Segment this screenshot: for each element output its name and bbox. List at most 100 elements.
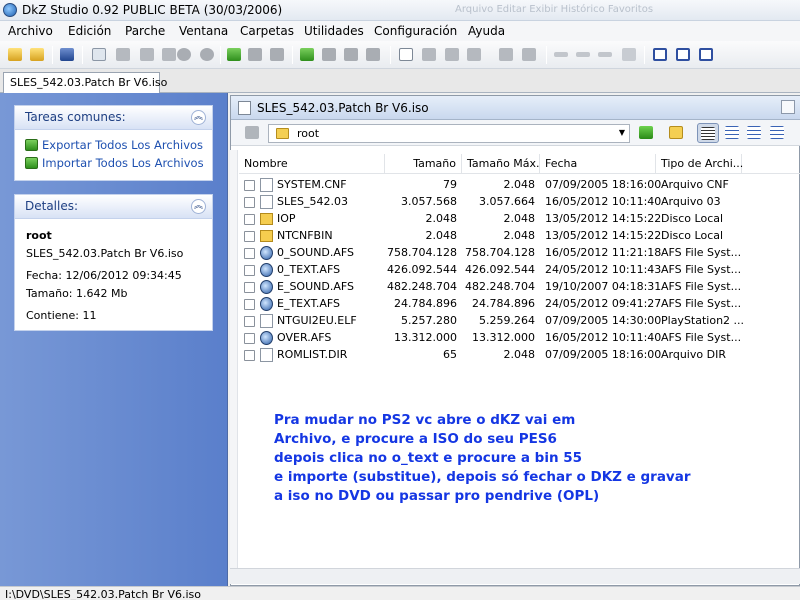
file-checkbox[interactable] <box>244 282 255 293</box>
file-checkbox[interactable] <box>244 231 255 242</box>
menu-ayuda[interactable]: Ayuda <box>468 24 505 38</box>
tool-icon[interactable] <box>246 46 264 63</box>
expand-icon[interactable] <box>574 46 592 63</box>
window-tile-vertical-icon[interactable] <box>697 46 715 63</box>
file-row[interactable]: SYSTEM.CNF 79 2.048 07/09/2005 18:16:00 Arqu… <box>239 177 800 194</box>
file-size: 65 <box>443 348 457 361</box>
collapse-chevron-icon[interactable]: ︽ <box>191 199 206 214</box>
list-view-icon[interactable] <box>723 124 741 141</box>
tool-icon[interactable] <box>364 46 382 63</box>
menu-parche[interactable]: Parche <box>125 24 165 38</box>
file-row[interactable]: E_TEXT.AFS 24.784.896 24.784.896 24/05/2012… <box>239 296 800 313</box>
minimize-button[interactable] <box>781 100 795 114</box>
file-row[interactable]: ROMLIST.DIR 65 2.048 07/09/2005 18:16:00 Arq… <box>239 347 800 364</box>
tool-icon[interactable] <box>175 46 193 63</box>
menu-edicion[interactable]: Edición <box>68 24 111 38</box>
details-group: Detalles: ︽ root SLES_542.03.Patch Br V6… <box>14 194 213 331</box>
file-name: SYSTEM.CNF <box>277 178 347 191</box>
note-line: Archivo, e procure a ISO do seu PES6 <box>274 431 557 447</box>
folder-icon <box>276 128 289 139</box>
file-type: Disco Local <box>661 229 724 242</box>
tool-icon[interactable] <box>465 46 483 63</box>
menu-carpetas[interactable]: Carpetas <box>240 24 294 38</box>
document-icon[interactable] <box>397 46 415 63</box>
column-type[interactable]: Tipo de Archi... <box>656 154 743 174</box>
properties-icon[interactable] <box>90 46 108 63</box>
explorer-toolbar: root ▼ <box>231 120 800 146</box>
file-checkbox[interactable] <box>244 316 255 327</box>
file-row[interactable]: OVER.AFS 13.312.000 13.312.000 16/05/2012 1… <box>239 330 800 347</box>
tool-icon[interactable] <box>342 46 360 63</box>
menu-configuracion[interactable]: Configuración <box>374 24 457 38</box>
save-icon[interactable] <box>58 46 76 63</box>
column-size[interactable]: Tamaño <box>385 154 462 174</box>
toolbar-separator <box>546 46 547 64</box>
tool-icon[interactable] <box>497 46 515 63</box>
file-row[interactable]: E_SOUND.AFS 482.248.704 482.248.704 19/10/2… <box>239 279 800 296</box>
status-bar: I:\DVD\SLES_542.03.Patch Br V6.iso <box>0 586 800 600</box>
file-size: 79 <box>443 178 457 191</box>
file-row[interactable]: 0_TEXT.AFS 426.092.544 426.092.544 24/05/20… <box>239 262 800 279</box>
document-tab[interactable]: SLES_542.03.Patch Br V6.iso <box>3 72 167 93</box>
details-title: Detalles: <box>25 199 79 213</box>
file-name: 0_SOUND.AFS <box>277 246 355 259</box>
file-row[interactable]: 0_SOUND.AFS 758.704.128 758.704.128 16/05/2… <box>239 245 800 262</box>
export-icon[interactable] <box>298 46 316 63</box>
file-checkbox[interactable] <box>244 350 255 361</box>
crc-icon[interactable] <box>620 46 638 63</box>
instruction-note: Pra mudar no PS2 vc abre o dKZ vai em Ar… <box>274 411 774 506</box>
file-row[interactable]: IOP 2.048 2.048 13/05/2012 14:15:22 Disco Lo… <box>239 211 800 228</box>
details-header[interactable]: Detalles: ︽ <box>15 195 212 219</box>
tool-icon[interactable] <box>596 46 614 63</box>
compress-icon[interactable] <box>552 46 570 63</box>
tool-icon[interactable] <box>320 46 338 63</box>
tool-icon[interactable] <box>268 46 286 63</box>
file-checkbox[interactable] <box>244 197 255 208</box>
file-checkbox[interactable] <box>244 248 255 259</box>
menu-archivo[interactable]: Archivo <box>8 24 53 38</box>
file-checkbox[interactable] <box>244 333 255 344</box>
folder-icon[interactable] <box>667 124 685 141</box>
tool-icon[interactable] <box>114 46 132 63</box>
document-tab-label: SLES_542.03.Patch Br V6.iso <box>10 76 168 89</box>
common-tasks-header[interactable]: Tareas comunes: ︽ <box>15 106 212 130</box>
file-row[interactable]: NTCNFBIN 2.048 2.048 13/05/2012 14:15:22 Dis… <box>239 228 800 245</box>
tool-icon[interactable] <box>443 46 461 63</box>
path-combobox[interactable]: root ▼ <box>268 124 630 143</box>
import-icon[interactable] <box>225 46 243 63</box>
tool-icon[interactable] <box>520 46 538 63</box>
toolbar-separator <box>82 46 83 64</box>
open-file-icon[interactable] <box>28 46 46 63</box>
open-folder-icon[interactable] <box>6 46 24 63</box>
column-date[interactable]: Fecha <box>540 154 656 174</box>
export-all-task[interactable]: Exportar Todos Los Archivos <box>25 138 203 152</box>
file-checkbox[interactable] <box>244 180 255 191</box>
menu-ventana[interactable]: Ventana <box>179 24 228 38</box>
file-checkbox[interactable] <box>244 265 255 276</box>
chevron-down-icon[interactable]: ▼ <box>619 128 625 137</box>
file-icon <box>260 348 273 362</box>
file-checkbox[interactable] <box>244 299 255 310</box>
details-view-icon[interactable] <box>697 123 719 143</box>
tree-view-icon[interactable] <box>768 124 786 141</box>
column-name[interactable]: Nombre <box>239 154 385 174</box>
file-row[interactable]: SLES_542.03 3.057.568 3.057.664 16/05/2012 … <box>239 194 800 211</box>
horizontal-scrollbar[interactable] <box>230 568 800 584</box>
file-icon <box>260 178 273 192</box>
menu-utilidades[interactable]: Utilidades <box>304 24 364 38</box>
file-date: 07/09/2005 14:30:00 <box>545 314 662 327</box>
file-icon <box>260 195 273 209</box>
go-arrow-icon[interactable] <box>637 124 655 141</box>
small-icons-view-icon[interactable] <box>745 124 763 141</box>
file-checkbox[interactable] <box>244 214 255 225</box>
window-cascade-icon[interactable] <box>651 46 669 63</box>
column-max-size[interactable]: Tamaño Máx. <box>462 154 540 174</box>
import-all-task[interactable]: Importar Todos Los Archivos <box>25 156 204 170</box>
tool-icon[interactable] <box>420 46 438 63</box>
file-row[interactable]: NTGUI2EU.ELF 5.257.280 5.259.264 07/09/2005… <box>239 313 800 330</box>
window-tile-horizontal-icon[interactable] <box>674 46 692 63</box>
tool-icon[interactable] <box>138 46 156 63</box>
up-folder-icon[interactable] <box>243 124 261 141</box>
collapse-chevron-icon[interactable]: ︽ <box>191 110 206 125</box>
tool-icon[interactable] <box>198 46 216 63</box>
